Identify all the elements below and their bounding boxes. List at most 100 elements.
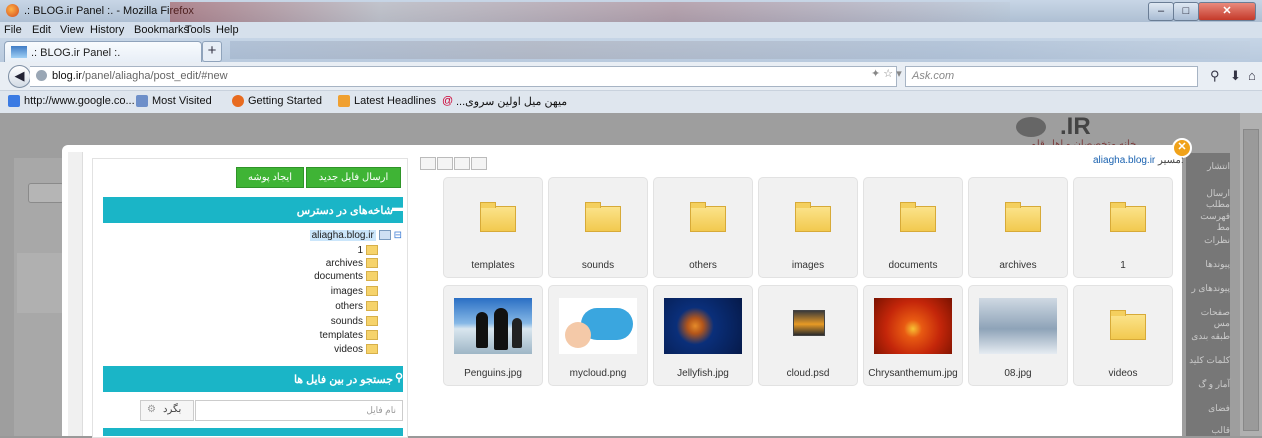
file-tile-videos[interactable]: videos <box>1073 285 1173 386</box>
sidebar-item-send-post[interactable]: ارسال مطلب <box>1186 188 1230 210</box>
tree-item-videos[interactable]: videos <box>334 344 378 357</box>
file-tile-1[interactable]: 1 <box>1073 177 1173 278</box>
sidebar-item-categories[interactable]: طبقه بندی <box>1186 331 1230 342</box>
new-folder-button[interactable]: ایجاد پوشه جدید <box>236 167 304 202</box>
tab-bar: .: BLOG.ir Panel :. + <box>0 38 1262 63</box>
tab-blog-panel[interactable]: .: BLOG.ir Panel :. <box>4 41 202 63</box>
sidebar-item-comments[interactable]: نظرات <box>1186 235 1230 246</box>
close-window-button[interactable]: ✕ <box>1198 2 1256 21</box>
view-list-button[interactable] <box>454 157 470 170</box>
back-button[interactable]: ◀ <box>8 65 31 88</box>
menu-history[interactable]: History <box>90 24 124 36</box>
psd-file-icon <box>793 310 825 336</box>
file-tile-images[interactable]: images <box>758 177 858 278</box>
bookmark-mihanmail[interactable]: ...میهن میل اولین سروی <box>456 95 567 108</box>
folder-icon <box>795 202 831 232</box>
blog-favicon-icon <box>11 46 27 58</box>
tree-collapse-icon[interactable]: ⊟ <box>391 230 402 241</box>
file-tile-08[interactable]: 08.jpg <box>968 285 1068 386</box>
modal-scrollbar[interactable] <box>68 152 83 436</box>
tab-label: .: BLOG.ir Panel :. <box>31 47 121 59</box>
gear-icon: ⚙ <box>147 404 156 415</box>
menu-bar: File Edit View History Bookmarks Tools H… <box>0 22 1262 38</box>
sidebar-item-stats[interactable]: آمار و گ <box>1186 379 1230 390</box>
path-label: مسیر: <box>1158 155 1184 166</box>
tree-root-label: aliagha.blog.ir <box>309 230 376 241</box>
new-tab-button[interactable]: + <box>202 41 222 62</box>
window-title: .: BLOG.ir Panel :. - Mozilla Firefox <box>24 5 194 17</box>
tree-item-documents[interactable]: documents <box>314 271 378 284</box>
menu-bookmarks[interactable]: Bookmarks <box>134 24 189 36</box>
bookmark-getting-started[interactable]: Getting Started <box>248 95 322 107</box>
page-scrollbar[interactable] <box>1240 113 1262 436</box>
tree-item-archives[interactable]: archives <box>326 258 378 271</box>
logo-mark <box>1016 117 1046 137</box>
menu-tools[interactable]: Tools <box>185 24 211 36</box>
menu-edit[interactable]: Edit <box>32 24 51 36</box>
maximize-button[interactable]: □ <box>1173 2 1199 21</box>
sidebar-item-daily-links[interactable]: پیوندهای ر <box>1186 283 1230 294</box>
view-details-button[interactable] <box>471 157 487 170</box>
download-icon[interactable]: ⬇ <box>1230 68 1241 84</box>
search-box[interactable]: Ask.com <box>905 66 1198 87</box>
sidebar-item-links[interactable]: پیوندها <box>1186 259 1230 270</box>
search-button[interactable]: ⚙ بگرد <box>140 400 194 421</box>
titlebar-background <box>170 2 1010 22</box>
bottom-section-header <box>103 428 403 436</box>
file-tile-documents[interactable]: documents <box>863 177 963 278</box>
tree-item-images[interactable]: images <box>331 286 378 299</box>
folder-tree: aliagha.blog.ir ⊟ 1 archives documents i… <box>300 230 402 360</box>
sidebar-item-space[interactable]: فضای <box>1186 403 1230 414</box>
folder-icon <box>690 202 726 232</box>
path-link[interactable]: aliagha.blog.ir <box>1093 155 1155 166</box>
file-tile-chrysanthemum[interactable]: Chrysanthemum.jpg <box>863 285 963 386</box>
tree-item-1[interactable]: 1 <box>357 245 378 258</box>
minimize-button[interactable]: – <box>1148 2 1174 21</box>
file-tile-cloud-psd[interactable]: cloud.psd <box>758 285 858 386</box>
bookmark-latest-headlines[interactable]: Latest Headlines <box>354 95 436 107</box>
folder-icon <box>900 202 936 232</box>
file-tile-templates[interactable]: templates <box>443 177 543 278</box>
tree-item-templates[interactable]: templates <box>320 330 378 343</box>
page-left-box <box>17 253 66 313</box>
sidebar-item-template[interactable]: قالب <box>1186 425 1230 436</box>
folder-icon <box>366 286 378 297</box>
sidebar-item-keywords[interactable]: کلمات کلید <box>1186 355 1230 366</box>
sidebar-item-publish[interactable]: انتشار <box>1186 161 1230 172</box>
menu-help[interactable]: Help <box>216 24 239 36</box>
file-tile-mycloud[interactable]: mycloud.png <box>548 285 648 386</box>
upload-file-button[interactable]: ارسال فایل جدید <box>306 167 401 188</box>
search-files-title: جستجو در بین فایل ها <box>293 374 393 386</box>
sidebar-item-post-list[interactable]: فهرست مط <box>1186 211 1230 233</box>
file-tile-others[interactable]: others <box>653 177 753 278</box>
sidebar-item-pages[interactable]: صفحات مس <box>1186 307 1230 329</box>
view-large-icons-button[interactable] <box>420 157 436 170</box>
file-tile-jellyfish[interactable]: Jellyfish.jpg <box>653 285 753 386</box>
tree-item-others[interactable]: others <box>335 301 378 314</box>
menu-view[interactable]: View <box>60 24 84 36</box>
at-icon: @ <box>442 95 454 107</box>
tree-item-sounds[interactable]: sounds <box>331 316 378 329</box>
chrysanthemum-thumbnail <box>874 298 952 354</box>
search-icon: ⚲ <box>394 372 403 384</box>
search-files-header: ⚲ جستجو در بین فایل ها <box>103 366 403 392</box>
file-tile-archives[interactable]: archives <box>968 177 1068 278</box>
file-tile-penguins[interactable]: Penguins.jpg <box>443 285 543 386</box>
search-icon[interactable]: ⚲ <box>1210 68 1220 84</box>
view-small-icons-button[interactable] <box>437 157 453 170</box>
folder-icon <box>585 202 621 232</box>
bookmark-google[interactable]: http://www.google.co... <box>24 95 135 107</box>
page-scroll-thumb[interactable] <box>1243 129 1259 431</box>
bookmark-most-visited[interactable]: Most Visited <box>152 95 212 107</box>
file-tile-sounds[interactable]: sounds <box>548 177 648 278</box>
tree-root[interactable]: aliagha.blog.ir ⊟ <box>309 230 402 243</box>
folder-icon <box>1110 202 1146 232</box>
folders-header-title: شاخه‌های در دسترس <box>296 205 393 217</box>
menu-file[interactable]: File <box>4 24 22 36</box>
url-bar[interactable]: blog.ir/panel/aliagha/post_edit/#new <box>30 66 897 87</box>
folder-icon <box>366 258 378 269</box>
logo-text: .IR <box>1060 113 1091 140</box>
folder-icon: ▬ <box>392 202 403 214</box>
file-name-input[interactable]: نام فایل <box>195 400 403 421</box>
home-icon[interactable]: ⌂ <box>1248 68 1256 83</box>
